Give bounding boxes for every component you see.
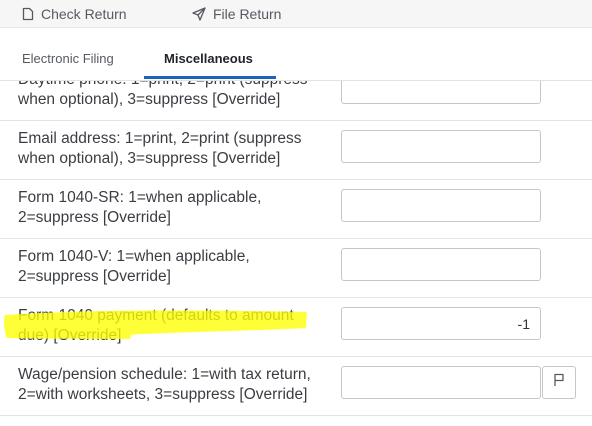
form-row-email-address: Email address: 1=print, 2=print (suppres…	[0, 121, 592, 180]
form-row-1040-sr: Form 1040-SR: 1=when applicable, 2=suppr…	[0, 180, 592, 239]
file-return-button[interactable]: File Return	[192, 0, 281, 28]
tab-miscellaneous[interactable]: Miscellaneous	[164, 36, 253, 80]
flag-icon	[553, 373, 565, 392]
check-return-button[interactable]: Check Return	[22, 0, 127, 28]
tab-electronic-filing[interactable]: Electronic Filing	[22, 36, 114, 80]
form-scroll-area[interactable]: Daytime phone: 1=print, 2=print (suppres…	[0, 81, 592, 426]
field-label: Email address: 1=print, 2=print (suppres…	[18, 130, 302, 167]
field-label: Wage/pension schedule: 1=with tax return…	[18, 366, 311, 403]
tax-return-screen: Check Return File Return Electronic Fili…	[0, 0, 592, 426]
form-1040-v-input[interactable]	[341, 248, 541, 281]
form-1040-sr-input[interactable]	[341, 189, 541, 222]
wage-pension-schedule-input[interactable]	[341, 366, 541, 399]
top-toolbar: Check Return File Return	[0, 0, 592, 28]
field-label: Form 1040-SR: 1=when applicable, 2=suppr…	[18, 189, 262, 226]
active-tab-indicator	[144, 76, 276, 79]
field-label: Form 1040-V: 1=when applicable, 2=suppre…	[18, 248, 250, 285]
daytime-phone-input[interactable]	[341, 81, 541, 104]
field-label: Form 1040 payment (defaults to amount du…	[18, 307, 294, 344]
tab-bar: Electronic Filing Miscellaneous	[0, 36, 592, 81]
send-icon	[192, 7, 206, 21]
document-icon	[22, 7, 34, 21]
flag-button[interactable]	[542, 366, 576, 399]
file-return-label: File Return	[213, 6, 282, 22]
form-row-wage-pension-schedule: Wage/pension schedule: 1=with tax return…	[0, 357, 592, 416]
form-row-1040-v: Form 1040-V: 1=when applicable, 2=suppre…	[0, 239, 592, 298]
email-address-input[interactable]	[341, 130, 541, 163]
form-row-1040-payment: Form 1040 payment (defaults to amount du…	[0, 298, 592, 357]
check-return-label: Check Return	[41, 6, 127, 22]
form-1040-payment-input[interactable]	[341, 307, 541, 340]
form-row-daytime-phone: Daytime phone: 1=print, 2=print (suppres…	[0, 81, 592, 121]
field-label: Daytime phone: 1=print, 2=print (suppres…	[18, 81, 308, 108]
